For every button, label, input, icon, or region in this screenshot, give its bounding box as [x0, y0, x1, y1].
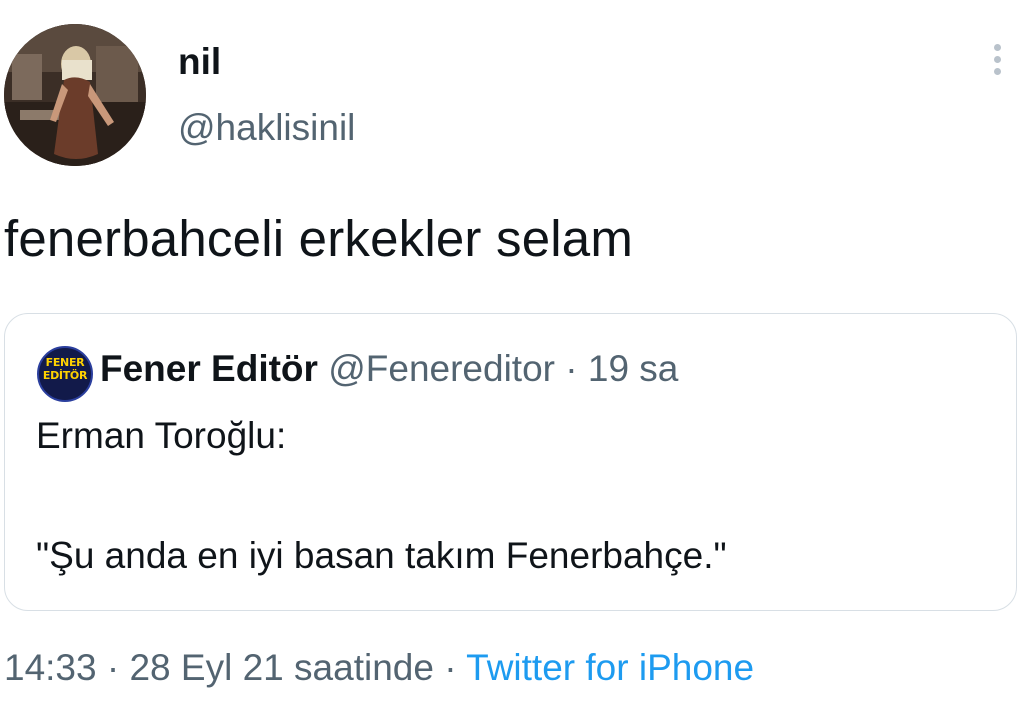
quoted-tweet-line1: Erman Toroğlu: [36, 415, 287, 456]
tweet-source-link[interactable]: Twitter for iPhone [466, 647, 754, 688]
author-display-name[interactable]: nil [178, 40, 221, 84]
author-handle[interactable]: @haklisinil [178, 106, 355, 150]
quoted-meta-separator: · [565, 348, 578, 389]
quoted-author-name: Fener Editör [100, 348, 318, 389]
footer-separator-2: · [444, 647, 457, 688]
tweet-time[interactable]: 14:33 [4, 647, 97, 688]
tweet-date[interactable]: 28 Eyl 21 saatinde [129, 647, 433, 688]
quoted-tweet-line2: "Şu anda en iyi basan takım Fenerbahçe." [36, 535, 727, 576]
quoted-time-ago: 19 sa [587, 348, 679, 389]
more-vertical-icon[interactable] [987, 44, 1007, 84]
footer-separator-1: · [106, 647, 120, 688]
author-avatar[interactable] [4, 24, 146, 166]
quoted-author-avatar: FENER EDİTÖR [37, 346, 93, 402]
quoted-author-handle: @Fenereditor [328, 348, 555, 389]
quoted-avatar-logo-text: FENER EDİTÖR [42, 356, 88, 382]
tweet-text: fenerbahceli erkekler selam [4, 210, 634, 267]
tweet-footer: 14:33 · 28 Eyl 21 saatinde · Twitter for… [4, 645, 754, 691]
author-avatar-photo [4, 24, 146, 166]
quoted-tweet-header: Fener Editör @Fenereditor · 19 sa [100, 346, 678, 392]
